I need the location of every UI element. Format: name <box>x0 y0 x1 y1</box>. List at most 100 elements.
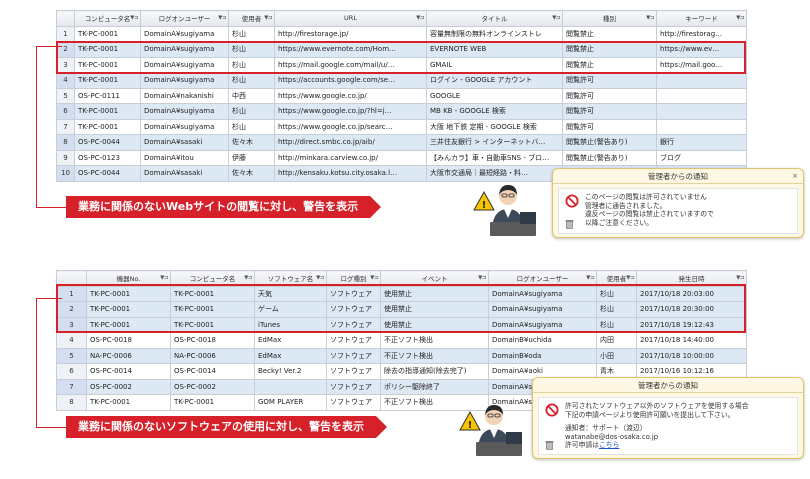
table-row[interactable]: 3 TK-PC-0001 DomainA¥sugiyama 杉山 https://mai… <box>56 56 747 73</box>
table-cell: 大阪市交通局｜最短経路・料… <box>426 165 563 182</box>
contact-name: 通知者：サポート（渡辺） <box>565 424 647 432</box>
table-cell: OS-PC-0014 <box>86 363 171 380</box>
table-row[interactable]: 5 NA-PC-0006 NA-PC-0006 EdMax ソフトウェア 不正ソフト検出 D… <box>56 347 747 364</box>
filter-icon[interactable]: ▼⊐ <box>264 15 272 21</box>
table-cell <box>656 72 747 89</box>
table-cell: http://minkara.carview.co.jp/ <box>274 149 427 166</box>
table-row[interactable]: 8 OS-PC-0044 DomainA¥sasaki 佐々木 http://direc… <box>56 134 747 151</box>
filter-icon[interactable]: ▼⊐ <box>316 275 324 281</box>
table-cell: TK-PC-0001 <box>74 41 141 58</box>
callout-connector-bottom <box>35 298 66 428</box>
table-cell: 【みんカラ】車・自動車SNS - ブロ… <box>426 149 563 166</box>
web-log-table: コンピュータ名 ▼⊐ ログオンユーザー ▼⊐ 使用者 ▼⊐ URL ▼⊐ タイトル ▼⊐ … <box>56 10 747 182</box>
column-header-computer[interactable]: コンピュータ名 ▼⊐ <box>170 270 255 287</box>
warned-user-illustration: ! <box>473 185 536 236</box>
column-header-logon-user[interactable]: ログオンユーザー ▼⊐ <box>140 10 229 27</box>
column-header-logon-user[interactable]: ログオンユーザー ▼⊐ <box>488 270 597 287</box>
table-row[interactable]: 7 TK-PC-0001 DomainA¥sugiyama 杉山 https://www… <box>56 118 747 135</box>
filter-icon[interactable]: ▼⊐ <box>586 275 594 281</box>
table-row[interactable]: 5 OS-PC-0111 DomainA¥nakanishi 中西 https://ww… <box>56 87 747 104</box>
prohibited-icon <box>565 194 579 208</box>
column-header-datetime[interactable]: 発生日時 ▼⊐ <box>636 270 747 287</box>
table-cell: GMAIL <box>426 56 563 73</box>
column-header-software[interactable]: ソフトウェア名 ▼⊐ <box>254 270 327 287</box>
table-cell: 内田 <box>596 332 637 349</box>
filter-icon[interactable]: ▼⊐ <box>370 275 378 281</box>
table-row[interactable]: 6 TK-PC-0001 DomainA¥sugiyama 杉山 https://www… <box>56 103 747 120</box>
table-cell: NA-PC-0006 <box>86 347 171 364</box>
table-cell: 杉山 <box>228 41 275 58</box>
table-header-row: 機器No. ▼⊐ コンピュータ名 ▼⊐ ソフトウェア名 ▼⊐ ログ種別 ▼⊐ イベント ▼… <box>56 270 747 287</box>
filter-icon[interactable]: ▼⊐ <box>736 15 744 21</box>
filter-icon[interactable]: ▼⊐ <box>736 275 744 281</box>
filter-icon[interactable]: ▼⊐ <box>160 275 168 281</box>
table-row[interactable]: 9 OS-PC-0123 DomainA¥itou 伊藤 http://minkara.… <box>56 149 747 166</box>
table-row[interactable]: 2 TK-PC-0001 DomainA¥sugiyama 杉山 https://www… <box>56 41 747 58</box>
table-cell: NA-PC-0006 <box>170 347 255 364</box>
table-cell: DomainA¥sugiyama <box>140 25 229 42</box>
table-cell: 閲覧許可 <box>562 118 657 135</box>
filter-icon[interactable]: ▼⊐ <box>478 275 486 281</box>
admin-notice-popup-web[interactable]: 管理者からの通知 × このページの閲覧は許可されていません 管理者に通告されました… <box>552 168 804 238</box>
filter-icon[interactable]: ▼⊐ <box>646 15 654 21</box>
prohibited-icon <box>545 403 559 417</box>
table-cell: ブログ <box>656 149 747 166</box>
filter-icon[interactable]: ▼⊐ <box>244 275 252 281</box>
trash-icon[interactable] <box>545 440 554 450</box>
table-row[interactable]: 2 TK-PC-0001 TK-PC-0001 ゲーム ソフトウェア 使用禁止 Domain… <box>56 301 747 318</box>
table-cell: 天気 <box>254 285 327 302</box>
warning-banner-software: 業務に関係のないソフトウェアの使用に対し、警告を表示 <box>66 416 387 438</box>
filter-icon[interactable]: ▼⊐ <box>626 275 634 281</box>
table-cell: DomainA¥sugiyama <box>488 285 597 302</box>
admin-notice-popup-software[interactable]: 管理者からの通知 許可されたソフトウェア以外のソフトウェアを使用する場合 下記の… <box>532 377 804 459</box>
table-cell: OS-PC-0123 <box>74 149 141 166</box>
close-icon[interactable]: × <box>792 169 798 184</box>
filter-icon[interactable]: ▼⊐ <box>552 15 560 21</box>
column-header-user[interactable]: 使用者 ▼⊐ <box>596 270 637 287</box>
table-cell: EdMax <box>254 347 327 364</box>
table-cell: https://mail.google.com/mail/u/… <box>274 56 427 73</box>
table-cell: DomainA¥sasaki <box>140 165 229 182</box>
trash-icon[interactable] <box>565 219 574 229</box>
table-row[interactable]: 4 TK-PC-0001 DomainA¥sugiyama 杉山 https://acc… <box>56 72 747 89</box>
request-permission-link[interactable]: こちら <box>599 441 619 449</box>
filter-icon[interactable]: ▼⊐ <box>130 15 138 21</box>
column-header-device-no[interactable]: 機器No. ▼⊐ <box>86 270 171 287</box>
table-cell: EVERNOTE WEB <box>426 41 563 58</box>
table-cell: DomainA¥sugiyama <box>140 41 229 58</box>
filter-icon[interactable]: ▼⊐ <box>218 15 226 21</box>
table-cell <box>656 103 747 120</box>
table-row[interactable]: 1 TK-PC-0001 DomainA¥sugiyama 杉山 http://fire… <box>56 25 747 42</box>
table-cell: 三井住友銀行 > インターネットバ… <box>426 134 563 151</box>
column-header-user[interactable]: 使用者 ▼⊐ <box>228 10 275 27</box>
table-cell: TK-PC-0001 <box>86 316 171 333</box>
column-header-log-type[interactable]: ログ種別 ▼⊐ <box>326 270 381 287</box>
table-row[interactable]: 3 TK-PC-0001 TK-PC-0001 iTunes ソフトウェア 使用禁止 Dom… <box>56 316 747 333</box>
column-header-keyword[interactable]: キーワード ▼⊐ <box>656 10 747 27</box>
column-header-computer[interactable]: コンピュータ名 ▼⊐ <box>74 10 141 27</box>
table-cell: TK-PC-0001 <box>74 72 141 89</box>
column-header-type[interactable]: 種別 ▼⊐ <box>562 10 657 27</box>
table-cell: 杉山 <box>228 118 275 135</box>
table-cell: 閲覧禁止 <box>562 56 657 73</box>
table-cell: https://www.google.co.jp/?hl=j… <box>274 103 427 120</box>
table-cell: https://www.google.co.jp/searc… <box>274 118 427 135</box>
table-cell: ソフトウェア <box>326 285 381 302</box>
table-cell: 2017/10/18 20:30:00 <box>636 301 747 318</box>
table-cell: 閲覧禁止 <box>562 25 657 42</box>
table-cell: DomainA¥sugiyama <box>140 56 229 73</box>
callout-connector-top <box>35 46 66 208</box>
column-header-event[interactable]: イベント ▼⊐ <box>380 270 489 287</box>
table-cell: TK-PC-0001 <box>74 25 141 42</box>
column-header-url[interactable]: URL ▼⊐ <box>274 10 427 27</box>
table-row[interactable]: 4 OS-PC-0018 OS-PC-0018 EdMax ソフトウェア 不正ソフト検出 D… <box>56 332 747 349</box>
table-cell: DomainB¥oda <box>488 347 597 364</box>
table-cell: 閲覧許可 <box>562 103 657 120</box>
filter-icon[interactable]: ▼⊐ <box>416 15 424 21</box>
table-row[interactable]: 1 TK-PC-0001 TK-PC-0001 天気 ソフトウェア 使用禁止 DomainA… <box>56 285 747 302</box>
column-header-title[interactable]: タイトル ▼⊐ <box>426 10 563 27</box>
table-cell: 2017/10/18 10:00:00 <box>636 347 747 364</box>
popup-message: このページの閲覧は許可されていません 管理者に通告されました。 違反ページの閲覧… <box>558 188 798 234</box>
table-cell: DomainA¥sugiyama <box>488 316 597 333</box>
table-cell: TK-PC-0001 <box>74 103 141 120</box>
